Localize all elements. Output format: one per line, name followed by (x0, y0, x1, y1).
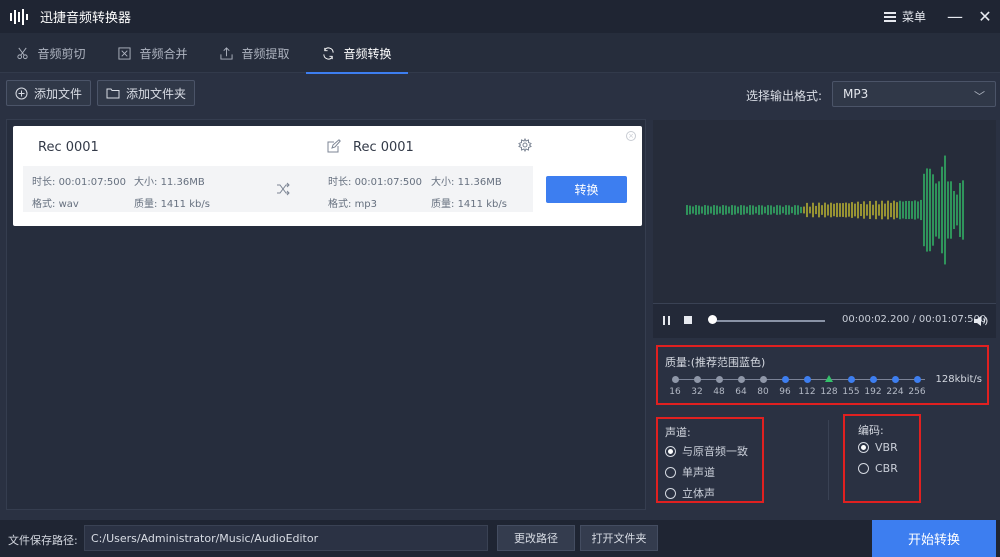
radio-unchecked-icon (665, 466, 676, 478)
add-file-button[interactable]: 添加文件 (6, 80, 92, 106)
file-list: × Rec 0001 Rec 0001 时长: 00:01:07:500 大小:… (6, 119, 646, 510)
radio-unchecked-icon (858, 463, 869, 474)
seek-bar[interactable] (709, 320, 825, 322)
quality-level-dot[interactable] (891, 376, 899, 383)
bottom-bar: 文件保存路径: C:/Users/Administrator/Music/Aud… (0, 520, 1000, 557)
quality-title: 质量:(推荐范围蓝色) (665, 356, 766, 369)
menu-button[interactable]: 菜单 (883, 8, 926, 25)
quality-selected-marker[interactable] (825, 375, 833, 382)
waveform-display (686, 155, 964, 265)
file-info-band: 时长: 00:01:07:500 大小: 11.36MB 格式: wav 质量:… (23, 166, 533, 212)
tab-bar: 音频剪切 音频合并 音频提取 音频转换 (0, 33, 1000, 74)
playback-time: 00:00:02.200 / 00:01:07:500 (842, 314, 987, 325)
radio-checked-icon (858, 442, 869, 453)
player-controls: 00:00:02.200 / 00:01:07:500 (653, 303, 996, 338)
quality-level-dot[interactable] (715, 376, 723, 383)
edit-icon[interactable] (327, 139, 341, 153)
radio-checked-icon (665, 445, 676, 457)
start-convert-button[interactable]: 开始转换 (872, 520, 996, 557)
seek-handle[interactable] (707, 315, 717, 324)
quality-slider-track[interactable] (675, 379, 925, 380)
open-folder-button[interactable]: 打开文件夹 (580, 525, 658, 551)
src-size: 大小: 11.36MB (134, 177, 205, 188)
quality-level-dot[interactable] (913, 376, 921, 383)
audio-preview: 00:00:02.200 / 00:01:07:500 (653, 120, 996, 338)
encoding-title: 编码: (858, 424, 884, 437)
quality-level-dot[interactable] (737, 376, 745, 383)
save-path-label: 文件保存路径: (8, 534, 78, 547)
quality-level-dot[interactable] (781, 376, 789, 383)
dst-size: 大小: 11.36MB (431, 177, 502, 188)
output-file-name[interactable]: Rec 0001 (353, 140, 414, 155)
app-logo-icon (10, 8, 32, 25)
quality-level-label: 256 (908, 387, 926, 397)
merge-icon (118, 46, 132, 60)
tab-label: 音频合并 (139, 46, 188, 61)
hamburger-icon (883, 11, 896, 22)
tab-audio-cut[interactable]: 音频剪切 (0, 33, 102, 73)
stop-icon[interactable] (684, 316, 692, 324)
tab-label: 音频剪切 (37, 46, 86, 61)
minimize-button[interactable]: — (940, 7, 970, 26)
radio-unchecked-icon (665, 487, 676, 499)
channel-title: 声道: (665, 426, 691, 439)
dst-duration: 时长: 00:01:07:500 (328, 177, 422, 188)
quality-level-dot[interactable] (671, 376, 679, 383)
add-folder-label: 添加文件夹 (126, 86, 187, 101)
extract-icon (220, 46, 234, 60)
src-format: 格式: wav (32, 199, 79, 210)
convert-button[interactable]: 转换 (546, 176, 627, 203)
volume-icon[interactable] (973, 314, 989, 328)
quality-level-dot[interactable] (759, 376, 767, 383)
src-duration: 时长: 00:01:07:500 (32, 177, 126, 188)
encoding-option-vbr[interactable]: VBR (858, 441, 898, 454)
tab-audio-convert[interactable]: 音频转换 (306, 33, 408, 74)
source-file-name: Rec 0001 (38, 140, 99, 155)
settings-divider (828, 420, 829, 500)
quality-level-dot[interactable] (693, 376, 701, 383)
remove-file-icon[interactable]: × (626, 131, 636, 141)
quality-level-dot[interactable] (803, 376, 811, 383)
app-title: 迅捷音频转换器 (40, 11, 132, 26)
add-file-label: 添加文件 (34, 86, 83, 101)
close-button[interactable]: ✕ (970, 7, 1000, 26)
encoding-option-cbr[interactable]: CBR (858, 462, 898, 475)
tab-label: 音频转换 (343, 46, 392, 61)
tab-label: 音频提取 (241, 46, 290, 61)
add-folder-button[interactable]: 添加文件夹 (97, 80, 196, 106)
quality-level-dot[interactable] (869, 376, 877, 383)
dst-format: 格式: mp3 (328, 199, 378, 210)
scissors-icon (17, 47, 29, 59)
plus-circle-icon (15, 87, 28, 99)
title-bar: 迅捷音频转换器 菜单 — ✕ (0, 0, 1000, 33)
channel-option-mono[interactable]: 单声道 (665, 464, 715, 480)
output-format-label: 选择输出格式: (745, 89, 822, 103)
output-settings: 质量:(推荐范围蓝色) 16 32 48 64 80 96 112 128 155 192 224 2… (653, 342, 996, 508)
chevron-down-icon: ﹀ (974, 90, 985, 103)
convert-icon (323, 47, 335, 59)
tab-audio-merge[interactable]: 音频合并 (102, 33, 204, 73)
quality-value: 128kbit/s (935, 374, 982, 385)
src-quality: 质量: 1411 kb/s (134, 199, 210, 210)
save-path-input[interactable]: C:/Users/Administrator/Music/AudioEditor (84, 525, 488, 551)
quality-level-dot[interactable] (847, 376, 855, 383)
shuffle-icon (277, 182, 290, 196)
file-card[interactable]: × Rec 0001 Rec 0001 时长: 00:01:07:500 大小:… (13, 126, 642, 226)
gear-icon[interactable] (518, 138, 532, 152)
output-format-select[interactable]: MP3 ﹀ (832, 81, 996, 107)
output-format-value: MP3 (843, 87, 869, 101)
menu-label: 菜单 (901, 10, 926, 24)
change-path-button[interactable]: 更改路径 (497, 525, 575, 551)
dst-quality: 质量: 1411 kb/s (431, 199, 507, 210)
channel-option-original[interactable]: 与原音频一致 (665, 443, 748, 459)
pause-icon[interactable] (663, 316, 671, 325)
channel-option-stereo[interactable]: 立体声 (665, 485, 715, 501)
tab-audio-extract[interactable]: 音频提取 (204, 33, 306, 73)
folder-icon (106, 88, 120, 99)
